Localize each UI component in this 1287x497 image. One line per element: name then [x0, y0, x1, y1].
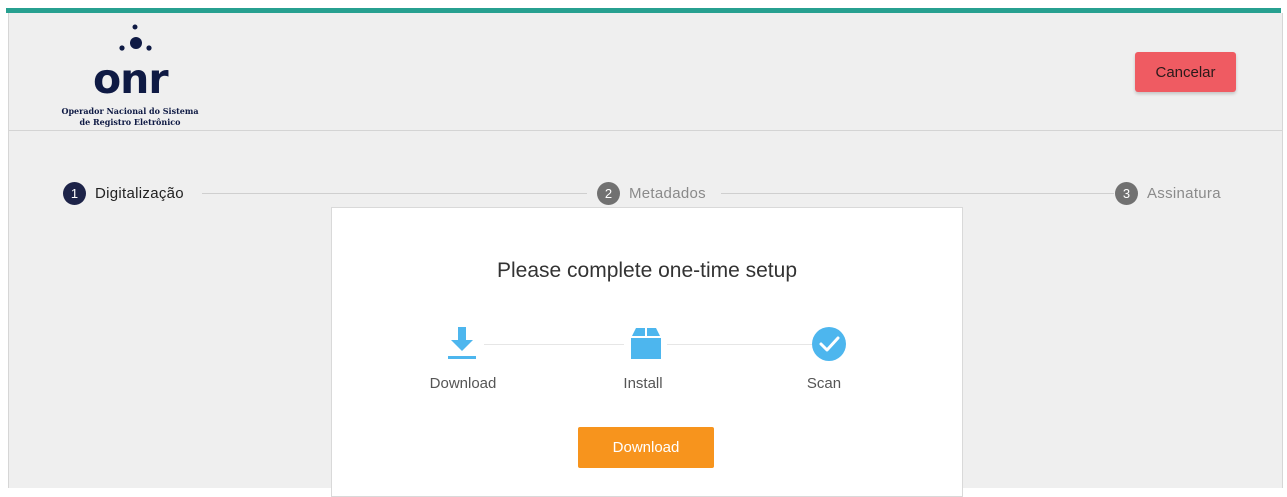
stepper-connector — [721, 193, 1114, 194]
app-container: onr Operador Nacional do Sistema de Regi… — [8, 13, 1283, 497]
step-number: 3 — [1115, 181, 1138, 205]
logo-wordmark: onr — [93, 55, 169, 103]
step-label: Metadados — [629, 184, 706, 202]
setup-connector — [667, 344, 812, 345]
check-circle-icon — [812, 327, 846, 361]
setup-step-label-scan: Scan — [806, 375, 842, 392]
step-label: Assinatura — [1147, 184, 1221, 202]
step-number: 2 — [597, 181, 620, 205]
step-assinatura[interactable]: 3 Assinatura — [1115, 181, 1221, 205]
setup-connector — [484, 344, 624, 345]
dialog-title: Please complete one-time setup — [497, 259, 797, 282]
step-number: 1 — [63, 181, 86, 205]
stepper-connector — [202, 193, 587, 194]
step-digitalizacao[interactable]: 1 Digitalização — [63, 181, 184, 205]
download-icon — [448, 327, 476, 359]
page-frame: onr Operador Nacional do Sistema de Regi… — [0, 0, 1287, 497]
package-icon — [631, 328, 661, 359]
logo-subtitle-line2: de Registro Eletrônico — [79, 117, 181, 127]
header: onr Operador Nacional do Sistema de Regi… — [9, 13, 1282, 131]
step-metadados[interactable]: 2 Metadados — [597, 181, 706, 205]
setup-step-label-install: Install — [623, 375, 663, 392]
download-button[interactable]: Download — [578, 427, 714, 468]
logo-subtitle-line1: Operador Nacional do Sistema — [61, 106, 199, 116]
setup-dialog: Please complete one-time setup Download — [331, 207, 963, 497]
setup-step-label-download: Download — [429, 375, 497, 392]
step-label: Digitalização — [95, 184, 184, 202]
cancel-button[interactable]: Cancelar — [1135, 52, 1236, 92]
onr-logo: onr Operador Nacional do Sistema de Regi… — [61, 21, 211, 127]
